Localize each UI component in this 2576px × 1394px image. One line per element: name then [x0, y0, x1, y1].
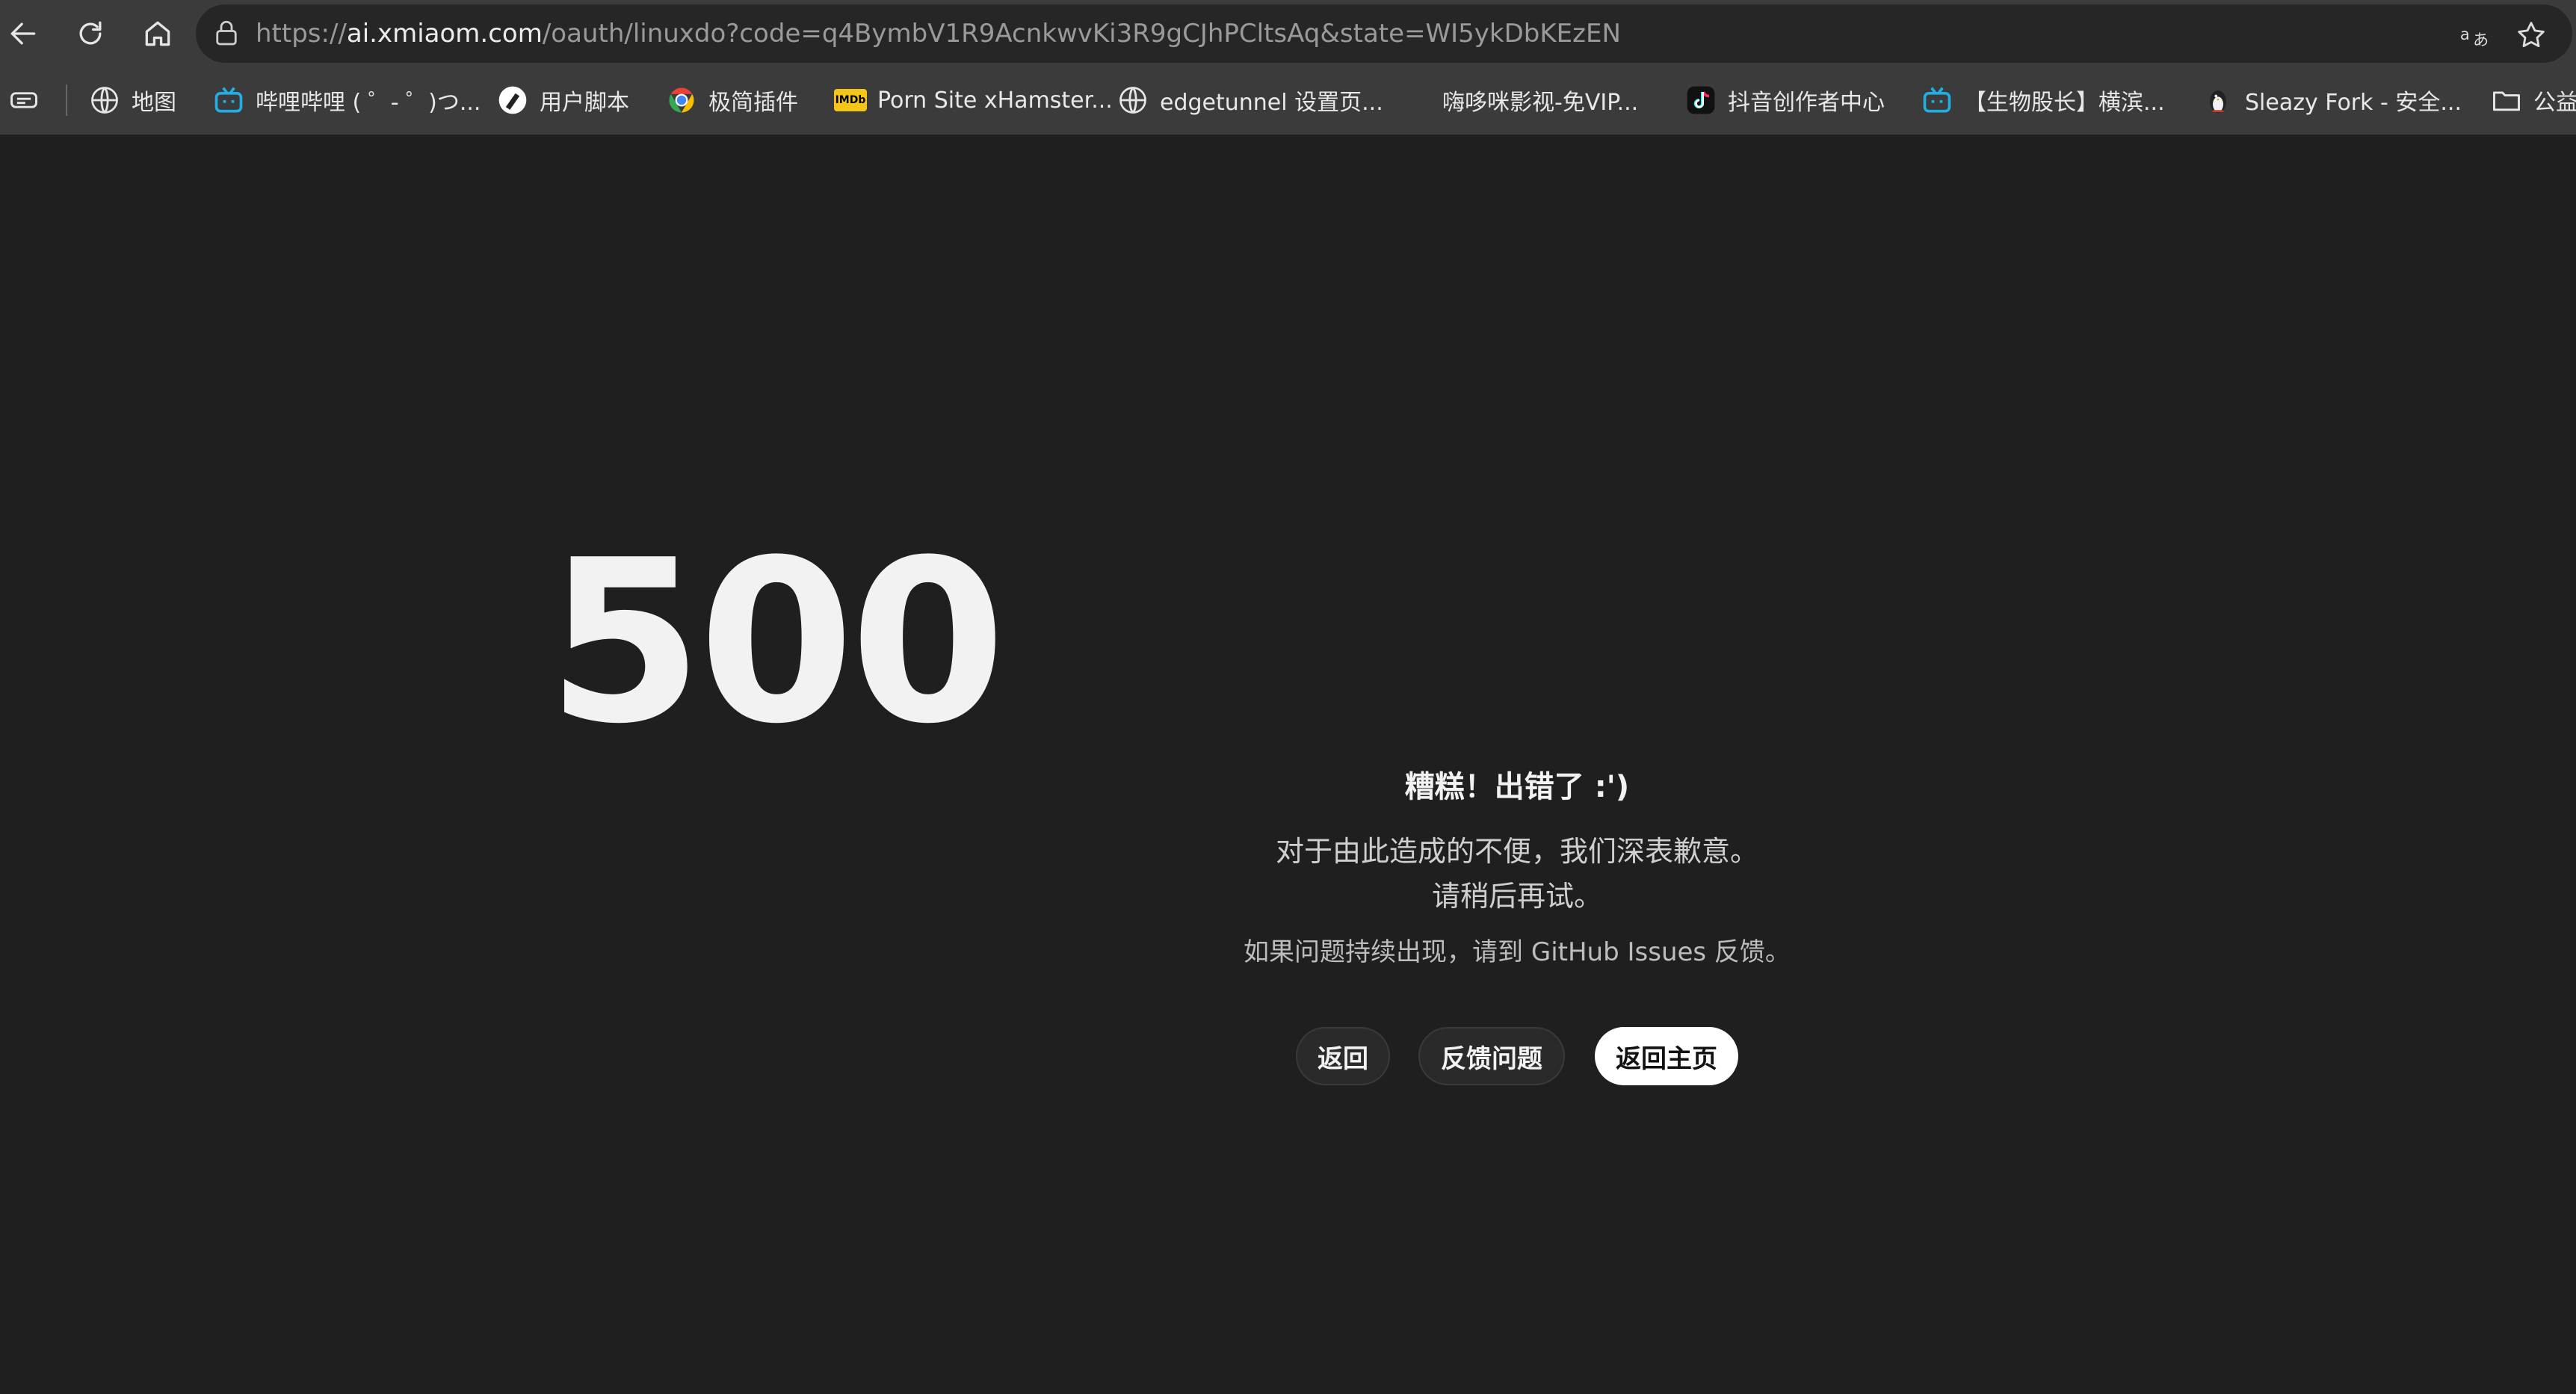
bookmark-label: 地图 — [132, 90, 176, 116]
bookmark-label: 【生物股长】横滨... — [1964, 90, 2165, 116]
bookmark-edgetunnel[interactable]: edgetunnel 设置页... — [1116, 71, 1383, 129]
back-button[interactable] — [0, 10, 46, 57]
star-icon[interactable] — [2514, 18, 2548, 52]
url-host: ai.xmiaom.com — [346, 19, 543, 49]
home-icon — [145, 21, 170, 46]
tiktok-icon — [1684, 84, 1717, 117]
reload-icon — [79, 21, 102, 45]
bookmark-minimal-plugins[interactable]: 极简插件 — [665, 71, 798, 129]
penguin-icon — [2202, 84, 2234, 117]
bookmark-xhamster[interactable]: IMDb Porn Site xHamster... — [834, 71, 1113, 129]
url-path: /oauth/linuxdo?code=q4BymbV1R9AcnkwvKi3R… — [542, 19, 1621, 49]
imdb-icon: IMDb — [834, 84, 867, 117]
back-link-button[interactable]: 返回 — [1296, 1027, 1390, 1085]
reload-button[interactable] — [67, 10, 114, 57]
imdb-badge: IMDb — [834, 89, 867, 111]
browser-toolbar: https://ai.xmiaom.com/oauth/linuxdo?code… — [0, 0, 2576, 67]
error-message-line2: 请稍后再试。 — [1431, 880, 1602, 913]
bookmark-map[interactable]: 地图 — [88, 71, 176, 129]
arrow-left-icon — [10, 22, 36, 45]
bookmarks-divider — [66, 84, 67, 116]
error-code: 500 — [546, 512, 1006, 773]
bookmark-label: 抖音创作者中心 — [1728, 90, 1885, 116]
go-home-button[interactable]: 返回主页 — [1595, 1027, 1738, 1085]
browser-chrome: https://ai.xmiaom.com/oauth/linuxdo?code… — [0, 0, 2576, 135]
bookmark-label: 嗨哆咪影视-免VIP... — [1442, 90, 1639, 116]
home-button[interactable] — [135, 10, 181, 57]
url-text[interactable]: https://ai.xmiaom.com/oauth/linuxdo?code… — [256, 4, 1621, 63]
bilibili-icon — [1921, 84, 1953, 117]
url-scheme: https:// — [256, 19, 347, 49]
bookmark-label: edgetunnel 设置页... — [1160, 90, 1383, 116]
reading-list-icon[interactable] — [7, 84, 40, 117]
bookmark-user-scripts[interactable]: 用户脚本 — [496, 71, 629, 129]
bookmarks-bar: 地图 哔哩哔哩 ( ゜- ゜)つ... 用户脚本 极简插件 IMDb Porn … — [0, 71, 2576, 129]
feedback-button[interactable]: 反馈问题 — [1418, 1027, 1565, 1085]
bookmark-douyin-creator[interactable]: 抖音创作者中心 — [1684, 71, 1885, 129]
svg-text:あ: あ — [2473, 30, 2489, 49]
bookmark-ikimonogakari[interactable]: 【生物股长】横滨... — [1921, 71, 2165, 129]
bookmark-label: Sleazy Fork - 安全... — [2245, 90, 2462, 116]
bookmark-label: 公益 — [2533, 90, 2576, 116]
svg-text:a: a — [2460, 25, 2470, 43]
lock-icon[interactable] — [211, 18, 242, 49]
bookmark-sleazy-fork[interactable]: Sleazy Fork - 安全... — [2202, 71, 2462, 129]
tampermonkey-icon — [496, 84, 529, 117]
bookmark-label: Porn Site xHamster... — [877, 87, 1113, 114]
error-issues-note: 如果问题持续出现，请到 GitHub Issues 反馈。 — [1244, 937, 1791, 967]
address-bar[interactable]: https://ai.xmiaom.com/oauth/linuxdo?code… — [196, 4, 2572, 63]
globe-icon — [1116, 84, 1149, 117]
bookmark-haiduomi[interactable]: 嗨哆咪影视-免VIP... — [1442, 71, 1638, 129]
translate-icon[interactable]: a あ — [2459, 18, 2493, 52]
bookmark-label: 哔哩哔哩 ( ゜- ゜)つ... — [256, 90, 481, 116]
bookmark-folder-public[interactable]: 公益 — [2490, 71, 2576, 129]
bookmark-label: 极简插件 — [708, 90, 798, 116]
bilibili-icon — [212, 84, 245, 117]
globe-icon — [88, 84, 121, 117]
folder-icon — [2490, 84, 2523, 117]
chrome-icon — [665, 84, 698, 117]
bookmark-label: 用户脚本 — [540, 90, 629, 116]
bookmark-bilibili[interactable]: 哔哩哔哩 ( ゜- ゜)つ... — [212, 71, 481, 129]
page-content: 500 糟糕！出错了 :') 对于由此造成的不便，我们深表歉意。 请稍后再试。 … — [0, 135, 2576, 1394]
error-title: 糟糕！出错了 :') — [1404, 770, 1630, 804]
error-message-line1: 对于由此造成的不便，我们深表歉意。 — [1275, 835, 1758, 868]
